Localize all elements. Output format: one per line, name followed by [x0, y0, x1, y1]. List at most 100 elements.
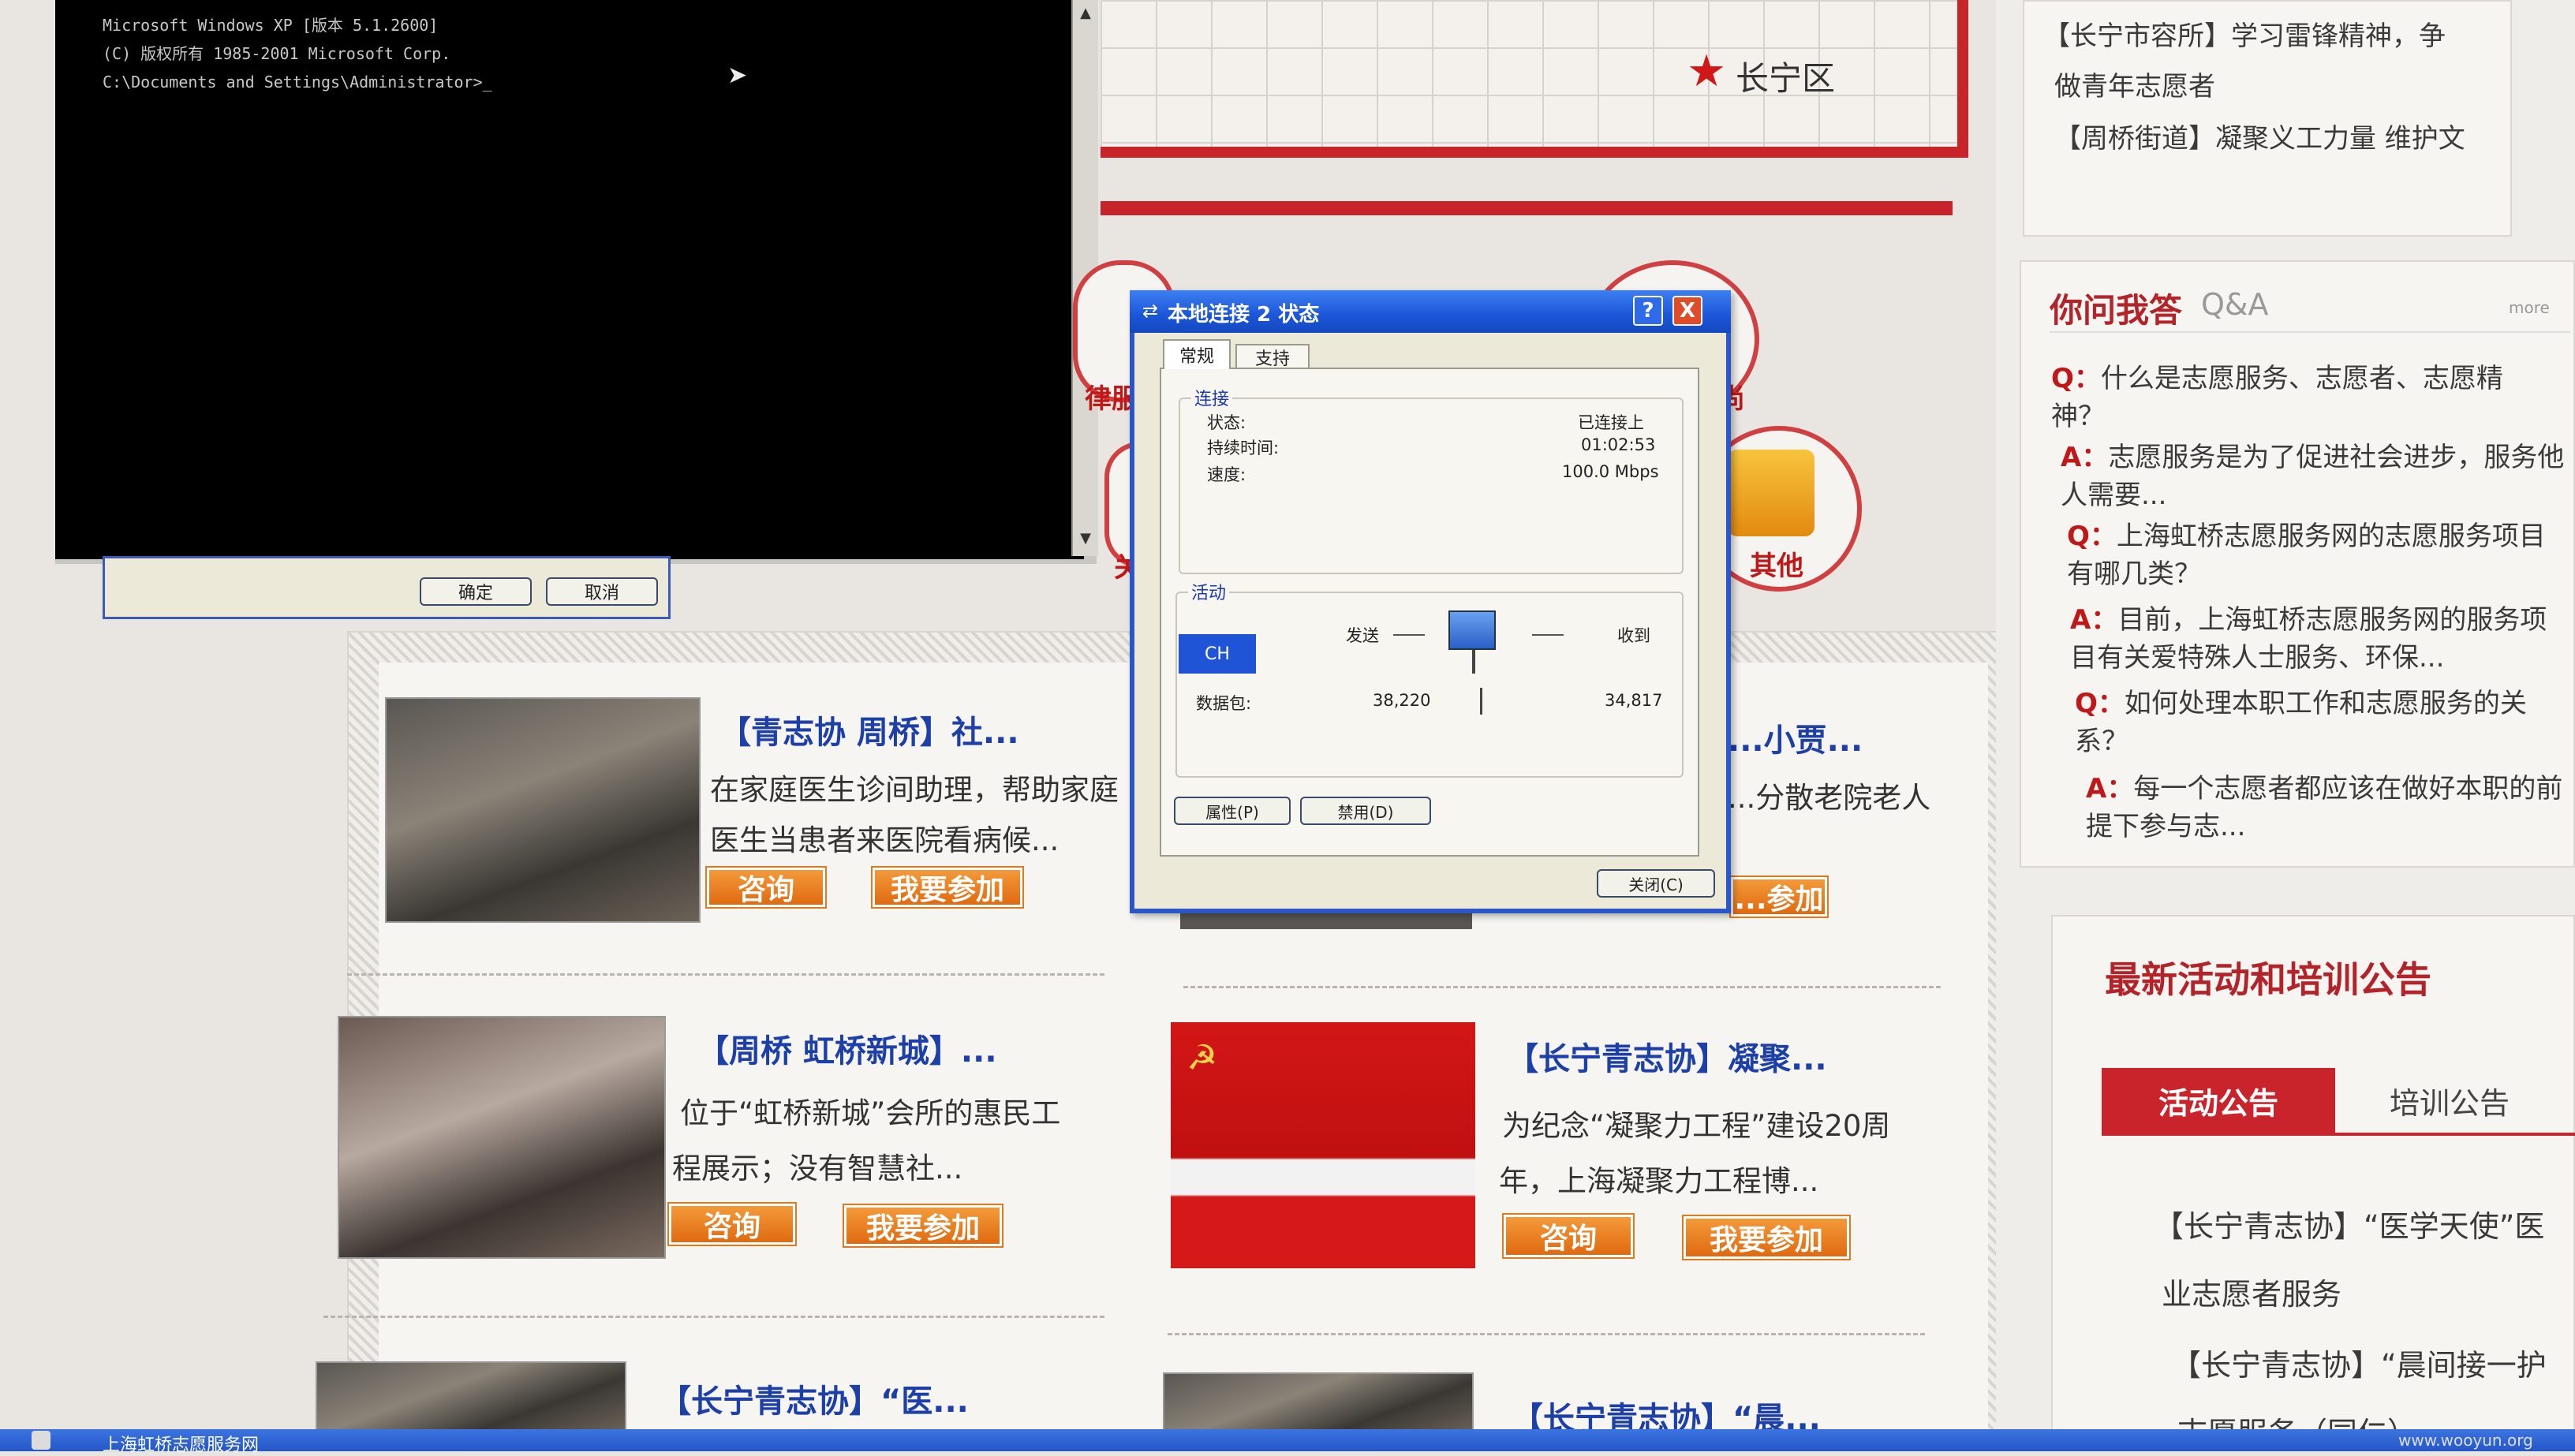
- card-4-desc-line2: 年，上海凝聚力工程博...: [1499, 1164, 1819, 1198]
- packets-separator: [1480, 688, 1482, 715]
- card-1-desc-line2: 医生当患者来医院看病候...: [710, 823, 1060, 857]
- news-item-1[interactable]: 【长宁市容所】学习雷锋精神，争: [2043, 14, 2446, 53]
- party-emblem-icon: ☭: [1187, 1038, 1218, 1078]
- connection-group-label: 连接: [1191, 385, 1233, 410]
- activity-group: [1175, 592, 1684, 778]
- card-2-join-button[interactable]: ...参加: [1729, 875, 1829, 918]
- tab-support[interactable]: 支持: [1235, 344, 1310, 369]
- qa-marker: A：: [2061, 442, 2109, 473]
- qa-item[interactable]: Q：什么是志愿服务、志愿者、志愿精神？: [2051, 360, 2556, 435]
- qa-marker: A：: [2070, 604, 2118, 636]
- star-icon: ★: [1687, 46, 1727, 97]
- district-map[interactable]: [1101, 0, 1968, 158]
- card-4-consult-button[interactable]: 咨询: [1502, 1213, 1635, 1259]
- cmd-line-prompt: C:\Documents and Settings\Administrator>…: [103, 73, 492, 91]
- notice-item-1-cont[interactable]: 业志愿者服务: [2162, 1270, 2341, 1313]
- properties-button[interactable]: 属性(P): [1174, 797, 1291, 825]
- quick-launch-icon[interactable]: [32, 1431, 50, 1450]
- cmd-line-copyright: (C) 版权所有 1985-2001 Microsoft Corp.: [103, 44, 451, 63]
- notice-item-1[interactable]: 【长宁青志协】“医学天使”医: [2154, 1202, 2544, 1245]
- duration-label: 持续时间:: [1207, 439, 1280, 457]
- dialog-title: 本地连接 2 状态: [1168, 303, 1320, 327]
- map-district-label[interactable]: 长宁区: [1736, 52, 1835, 100]
- scroll-up-icon[interactable]: ▲: [1078, 5, 1093, 24]
- card-5-title[interactable]: 【长宁青志协】“医...: [660, 1376, 969, 1421]
- card-5-photo[interactable]: [316, 1361, 626, 1432]
- card-4-desc-line1: 为纪念“凝聚力工程”建设20周: [1502, 1109, 1891, 1143]
- ok-button[interactable]: 确定: [420, 577, 532, 606]
- qa-item[interactable]: A：目前，上海虹桥志愿服务网的服务项目有关爱特殊人士服务、环保...: [2070, 601, 2567, 677]
- qa-marker: Q：: [2075, 688, 2125, 719]
- speed-label: 速度:: [1207, 465, 1246, 484]
- close-icon[interactable]: X: [1672, 296, 1702, 326]
- qa-item[interactable]: Q：如何处理本职工作和志愿服务的关系？: [2075, 685, 2564, 760]
- notice-tab-underline: [2102, 1133, 2575, 1136]
- duration-value: 01:02:53: [1581, 435, 1656, 454]
- packets-received-value: 34,817: [1605, 691, 1663, 710]
- mouse-cursor-icon: ➤: [727, 62, 748, 89]
- taskbar-item-browser[interactable]: 上海虹桥志愿服务网: [103, 1431, 259, 1456]
- cancel-button[interactable]: 取消: [546, 577, 658, 606]
- speed-value: 100.0 Mbps: [1562, 462, 1659, 481]
- icon-cable: [1472, 650, 1475, 674]
- status-label: 状态:: [1207, 413, 1246, 432]
- status-value: 已连接上: [1578, 413, 1644, 432]
- card-3-join-button[interactable]: 我要参加: [843, 1204, 1003, 1248]
- tab-general[interactable]: 常规: [1163, 339, 1231, 369]
- card-1-consult-button[interactable]: 咨询: [705, 866, 827, 909]
- qa-divider: [2050, 331, 2570, 333]
- card-1-title[interactable]: 【青志协 周桥】社...: [719, 707, 1019, 752]
- card-2-photo[interactable]: [1180, 913, 1472, 929]
- tab-training-notice[interactable]: 培训公告: [2343, 1068, 2556, 1133]
- network-icon: ⇄: [1142, 300, 1159, 322]
- qa-text: 每一个志愿者都应该在做好本职的前提下参与志...: [2086, 773, 2563, 842]
- qa-text: 志愿服务是为了促进社会进步，服务他人需要...: [2061, 442, 2565, 511]
- card-2-title[interactable]: ...小贾...: [1728, 715, 1863, 760]
- disable-button[interactable]: 禁用(D): [1300, 797, 1431, 825]
- qa-more-link[interactable]: more: [2509, 298, 2550, 317]
- notice-title: 最新活动和培训公告: [2105, 958, 2431, 1001]
- card-4-join-button[interactable]: 我要参加: [1682, 1215, 1851, 1260]
- received-label: 收到: [1617, 626, 1650, 645]
- qa-marker: A：: [2086, 773, 2134, 805]
- received-line: [1532, 634, 1564, 636]
- qa-marker: Q：: [2051, 363, 2101, 394]
- qa-text: 如何处理本职工作和志愿服务的关系？: [2075, 688, 2527, 757]
- service-other-label[interactable]: 其他: [1750, 544, 1803, 583]
- card-3-desc-line1: 位于“虹桥新城”会所的惠民工: [680, 1096, 1061, 1130]
- computers-activity-icon: [1448, 610, 1496, 650]
- close-button[interactable]: 关闭(C): [1597, 869, 1715, 898]
- activity-group-label: 活动: [1188, 579, 1230, 604]
- card-divider: [347, 973, 1104, 976]
- card-1-photo[interactable]: [385, 697, 701, 923]
- card-6-photo[interactable]: [1163, 1372, 1474, 1435]
- qa-text: 上海虹桥志愿服务网的志愿服务项目有哪几类？: [2067, 521, 2546, 590]
- card-1-desc-line1: 在家庭医生诊间助理，帮助家庭: [710, 773, 1119, 807]
- news-item-2[interactable]: 【周桥街道】凝聚义工力量 维护文: [2054, 117, 2465, 155]
- watermark: www.wooyun.org: [2398, 1431, 2533, 1450]
- packets-sent-value: 38,220: [1373, 691, 1431, 710]
- card-1-join-button[interactable]: 我要参加: [871, 866, 1024, 909]
- qa-item[interactable]: A：志愿服务是为了促进社会进步，服务他人需要...: [2061, 439, 2566, 514]
- card-3-photo[interactable]: [338, 1016, 666, 1259]
- qa-item[interactable]: Q：上海虹桥志愿服务网的志愿服务项目有哪几类？: [2067, 517, 2564, 593]
- card-3-desc-line2: 程展示；没有智慧社...: [672, 1152, 963, 1185]
- qa-marker: Q：: [2067, 521, 2117, 552]
- card-3-consult-button[interactable]: 咨询: [667, 1202, 797, 1246]
- scroll-down-icon[interactable]: ▼: [1078, 530, 1093, 549]
- card-4-title[interactable]: 【长宁青志协】凝聚...: [1507, 1033, 1827, 1079]
- qa-text: 什么是志愿服务、志愿者、志愿精神？: [2051, 363, 2503, 432]
- qa-item[interactable]: A：每一个志愿者都应该在做好本职的前提下参与志...: [2086, 770, 2567, 846]
- news-item-1-cont[interactable]: 做青年志愿者: [2054, 65, 2215, 103]
- cmd-output: Microsoft Windows XP [版本 5.1.2600] (C) 版权…: [103, 11, 1049, 96]
- help-button[interactable]: ?: [1633, 296, 1663, 326]
- tab-activity-notice[interactable]: 活动公告: [2102, 1068, 2335, 1133]
- red-divider: [1101, 201, 1953, 215]
- card-3-title[interactable]: 【周桥 虹桥新城】...: [697, 1025, 997, 1071]
- qa-text: 目前，上海虹桥志愿服务网的服务项目有关爱特殊人士服务、环保...: [2070, 604, 2547, 674]
- taskbar: [0, 1429, 2575, 1451]
- ime-indicator[interactable]: CH: [1179, 634, 1256, 674]
- notice-item-2[interactable]: 【长宁青志协】“晨间接一护: [2171, 1341, 2547, 1384]
- folder-icon: [1728, 450, 1814, 536]
- packets-label: 数据包:: [1196, 694, 1252, 713]
